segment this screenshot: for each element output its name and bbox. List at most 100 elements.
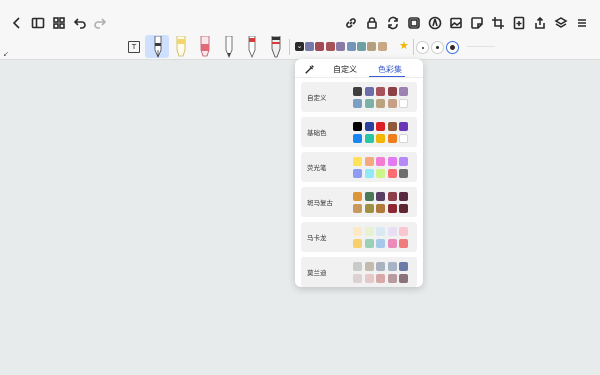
color-swatch[interactable] [353,157,362,166]
color-swatch[interactable] [387,227,397,236]
color-swatch[interactable] [376,133,385,143]
color-swatch[interactable] [387,238,397,248]
quick-color-swatch[interactable] [367,42,377,51]
canvas-icon[interactable] [407,16,421,30]
color-swatch[interactable] [399,157,408,166]
color-swatch[interactable] [399,133,408,143]
color-swatch[interactable] [399,262,408,271]
color-swatch[interactable] [387,98,397,108]
grid-icon[interactable] [52,16,66,30]
color-swatch[interactable] [387,273,397,283]
eyedropper-icon[interactable] [304,63,316,75]
undo-icon[interactable] [73,16,87,30]
tab-color-sets[interactable]: 色彩集 [378,64,402,75]
sidebar-icon[interactable] [31,16,45,30]
ballpoint-red-tool[interactable] [243,36,261,58]
compass-icon[interactable] [428,16,442,30]
color-swatch[interactable] [387,168,397,178]
color-swatch[interactable] [364,157,374,166]
color-swatch[interactable] [353,133,362,143]
color-swatch[interactable] [387,262,397,271]
color-swatch[interactable] [353,203,362,213]
color-swatch[interactable] [353,238,362,248]
link-icon[interactable] [344,16,358,30]
add-page-icon[interactable] [512,16,526,30]
color-dropdown-button[interactable]: ⌄ [295,42,304,51]
more-icon[interactable] [575,16,589,30]
color-swatch[interactable] [376,192,385,201]
color-swatch[interactable] [399,87,408,96]
color-swatch[interactable] [364,262,374,271]
favorite-star-icon[interactable]: ★ [399,39,409,52]
image-icon[interactable] [449,16,463,30]
color-swatch[interactable] [387,157,397,166]
color-swatch[interactable] [399,273,408,283]
color-swatch[interactable] [364,133,374,143]
lock-icon[interactable] [365,16,379,30]
color-swatch[interactable] [376,273,385,283]
brush-pen-tool[interactable] [267,36,285,58]
color-swatch[interactable] [376,203,385,213]
sync-icon[interactable] [386,16,400,30]
color-swatch[interactable] [364,238,374,248]
color-swatch[interactable] [376,262,385,271]
color-swatch[interactable] [399,203,408,213]
color-swatch[interactable] [376,157,385,166]
color-swatch[interactable] [364,203,374,213]
quick-color-swatch[interactable] [377,42,387,51]
color-swatch[interactable] [387,203,397,213]
quick-color-swatch[interactable] [346,42,356,51]
color-swatch[interactable] [399,192,408,201]
fountain-pen-tool[interactable] [149,36,167,58]
color-swatch[interactable] [399,238,408,248]
quick-color-swatch[interactable] [315,42,325,51]
color-swatch[interactable] [353,273,362,283]
color-swatch[interactable] [376,87,385,96]
highlighter-yellow-tool[interactable] [172,36,190,58]
color-swatch[interactable] [364,122,374,131]
sticker-icon[interactable] [470,16,484,30]
color-swatch[interactable] [364,87,374,96]
color-swatch[interactable] [387,87,397,96]
color-swatch[interactable] [376,227,385,236]
size-large-button[interactable] [446,41,459,54]
color-swatch[interactable] [399,168,408,178]
tab-custom[interactable]: 自定义 [333,64,357,75]
marker-pink-tool[interactable] [196,36,214,58]
color-swatch[interactable] [364,98,374,108]
color-swatch[interactable] [376,122,385,131]
text-tool[interactable]: T [128,41,140,53]
layers-icon[interactable] [554,16,568,30]
color-swatch[interactable] [353,227,362,236]
color-swatch[interactable] [353,98,362,108]
color-swatch[interactable] [353,192,362,201]
quick-color-swatch[interactable] [305,42,314,51]
color-swatch[interactable] [376,98,385,108]
color-swatch[interactable] [399,98,408,108]
color-swatch[interactable] [376,238,385,248]
color-swatch[interactable] [353,87,362,96]
size-medium-button[interactable] [431,41,444,54]
color-swatch[interactable] [376,168,385,178]
share-icon[interactable] [533,16,547,30]
color-swatch[interactable] [364,192,374,201]
color-swatch[interactable] [353,122,362,131]
color-swatch[interactable] [353,168,362,178]
crop-icon[interactable] [491,16,505,30]
color-swatch[interactable] [387,192,397,201]
color-swatch[interactable] [387,133,397,143]
collapse-arrow-icon[interactable]: ↙ [3,50,9,58]
color-swatch[interactable] [364,227,374,236]
pencil-tool[interactable] [220,36,238,58]
color-swatch[interactable] [399,122,408,131]
back-icon[interactable] [10,16,24,30]
color-swatch[interactable] [353,262,362,271]
color-swatch[interactable] [387,122,397,131]
color-swatch[interactable] [399,227,408,236]
color-swatch[interactable] [364,168,374,178]
quick-color-swatch[interactable] [357,42,366,51]
color-swatch[interactable] [364,273,374,283]
size-small-button[interactable] [416,41,429,54]
quick-color-swatch[interactable] [325,42,335,51]
redo-icon[interactable] [93,16,107,30]
